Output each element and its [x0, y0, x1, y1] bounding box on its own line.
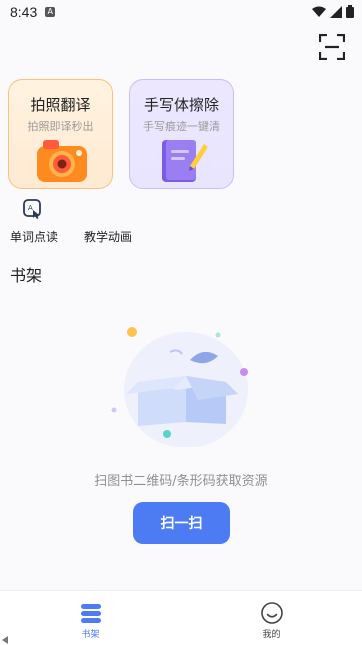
word-read-icon[interactable]: A	[22, 198, 44, 220]
scan-top-button[interactable]	[318, 33, 346, 61]
tutorial-animation-label[interactable]: 教学动画	[84, 228, 132, 245]
scan-frame-icon	[319, 34, 345, 60]
tab-mine[interactable]: 我的	[181, 591, 362, 645]
scan-button[interactable]: 扫一扫	[133, 502, 230, 544]
camera-icon	[37, 140, 87, 182]
status-indicators	[312, 5, 354, 18]
signal-icon	[330, 5, 342, 18]
battery-icon	[346, 5, 354, 18]
status-time: 8:43	[10, 4, 38, 20]
handwriting-erase-card[interactable]: 手写体擦除 手写痕迹一键清	[129, 79, 234, 189]
card-title: 手写体擦除	[143, 96, 219, 114]
photo-translate-card[interactable]: 拍照翻译 拍照即译秒出	[8, 79, 113, 189]
empty-hint: 扫图书二维码/条形码获取资源	[94, 474, 268, 489]
system-back-icon[interactable]	[2, 636, 8, 644]
card-subtitle: 拍照即译秒出	[27, 120, 94, 133]
svg-text:A: A	[28, 204, 33, 212]
bookshelf-title: 书架	[10, 266, 43, 285]
tab-label: 书架	[81, 630, 100, 640]
status-bar: 8:43 A	[0, 0, 362, 24]
empty-box-illustration	[111, 327, 248, 447]
card-subtitle: 手写痕迹一键清	[143, 120, 220, 133]
word-read-label[interactable]: 单词点读	[10, 228, 58, 245]
card-title: 拍照翻译	[30, 96, 91, 114]
tab-bookshelf[interactable]: 书架	[0, 591, 181, 645]
tab-label: 我的	[262, 630, 281, 640]
bottom-tab-bar: 书架 我的	[0, 590, 362, 645]
wifi-icon	[312, 6, 326, 17]
smiley-icon	[260, 602, 283, 624]
notebook-pen-icon	[162, 140, 208, 182]
notification-icon: A	[45, 7, 56, 17]
bookshelf-icon	[80, 604, 101, 623]
